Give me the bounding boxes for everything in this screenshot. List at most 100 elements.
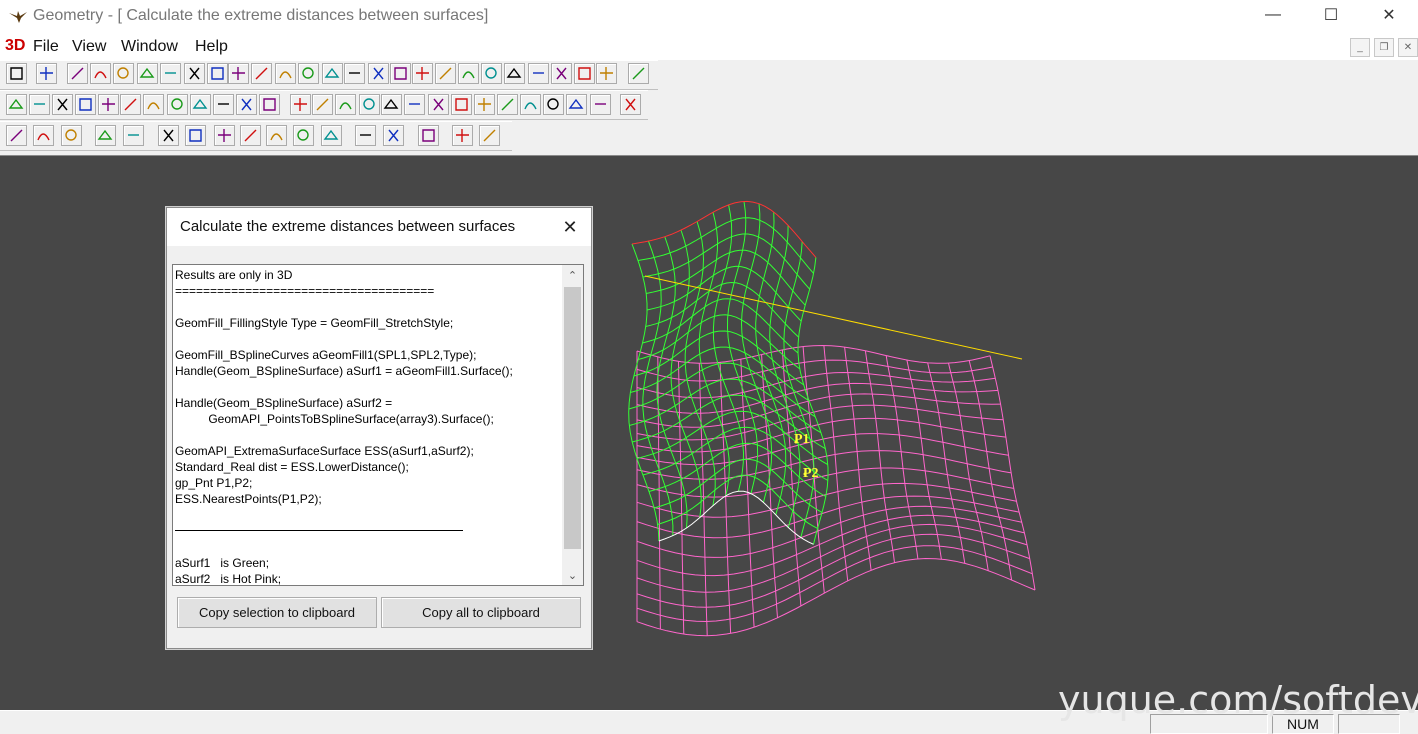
mdi-close-button[interactable]: ✕ xyxy=(1398,38,1418,57)
toolbar1-button[interactable] xyxy=(368,63,389,84)
toolbar3-button[interactable] xyxy=(321,125,342,146)
toolbar3-button[interactable] xyxy=(418,125,439,146)
dialog-close-button[interactable]: ✕ xyxy=(557,214,583,240)
toolbar1-button[interactable] xyxy=(36,63,57,84)
toolbar2-button[interactable] xyxy=(6,94,27,115)
copy-selection-button[interactable]: Copy selection to clipboard xyxy=(177,597,377,628)
tool-glyph-icon xyxy=(279,71,292,79)
mdi-restore-button[interactable]: ❐ xyxy=(1374,38,1394,57)
toolbar2-button[interactable] xyxy=(120,94,141,115)
scroll-up-arrow-icon[interactable]: ⌃ xyxy=(562,265,583,285)
toolbar1-button[interactable] xyxy=(628,63,649,84)
mdi-minimize-button[interactable]: _ xyxy=(1350,38,1370,57)
maximize-button[interactable]: ☐ xyxy=(1302,0,1360,30)
toolbar1-button[interactable] xyxy=(298,63,319,84)
results-line: Handle(Geom_BSplineSurface) aSurf2 = xyxy=(175,396,393,410)
tool-glyph-icon xyxy=(232,67,245,80)
toolbar2-button[interactable] xyxy=(167,94,188,115)
toolbar1-button[interactable] xyxy=(228,63,249,84)
toolbar1-button[interactable] xyxy=(412,63,433,84)
toolbar2-button[interactable] xyxy=(236,94,257,115)
toolbar2-button[interactable] xyxy=(190,94,211,115)
toolbar1-button[interactable] xyxy=(596,63,617,84)
toolbar1-button[interactable] xyxy=(481,63,502,84)
toolbar1-button[interactable] xyxy=(435,63,456,84)
results-line: aSurf2 is Hot Pink; xyxy=(175,572,282,586)
close-window-button[interactable]: ✕ xyxy=(1360,0,1418,30)
tool-glyph-icon xyxy=(533,72,544,74)
toolbar1-button[interactable] xyxy=(6,63,27,84)
toolbar2-button[interactable] xyxy=(590,94,611,115)
minimize-button[interactable]: — xyxy=(1244,0,1302,30)
toolbar1-button[interactable] xyxy=(458,63,479,84)
toolbar2-button[interactable] xyxy=(451,94,472,115)
toolbar1-button[interactable] xyxy=(137,63,158,84)
green-surface-line xyxy=(646,249,806,306)
menu-window[interactable]: Window xyxy=(121,38,178,56)
toolbar2-button[interactable] xyxy=(29,94,50,115)
toolbar1-button[interactable] xyxy=(504,63,525,84)
toolbar3-button[interactable] xyxy=(479,125,500,146)
toolbar2-button[interactable] xyxy=(620,94,641,115)
toolbar2-button[interactable] xyxy=(359,94,380,115)
toolbar3-button[interactable] xyxy=(33,125,54,146)
toolbar2-button[interactable] xyxy=(497,94,518,115)
toolbar2-button[interactable] xyxy=(381,94,402,115)
toolbar3-button[interactable] xyxy=(6,125,27,146)
copy-all-button[interactable]: Copy all to clipboard xyxy=(381,597,581,628)
toolbar2-button[interactable] xyxy=(98,94,119,115)
toolbar3-button[interactable] xyxy=(158,125,179,146)
tool-glyph-icon xyxy=(501,98,514,111)
toolbar2-button[interactable] xyxy=(428,94,449,115)
tool-glyph-icon xyxy=(270,133,283,141)
toolbar1-button[interactable] xyxy=(551,63,572,84)
results-textbox[interactable]: Results are only in 3D ==================… xyxy=(172,264,584,586)
toolbar2-button[interactable] xyxy=(259,94,280,115)
toolbar2-button[interactable] xyxy=(143,94,164,115)
toolbar1-button[interactable] xyxy=(390,63,411,84)
toolbar1-button[interactable] xyxy=(344,63,365,84)
toolbar2-button[interactable] xyxy=(75,94,96,115)
toolbar1-button[interactable] xyxy=(113,63,134,84)
scroll-down-arrow-icon[interactable]: ⌄ xyxy=(562,565,583,585)
scroll-thumb[interactable] xyxy=(564,287,581,549)
toolbar1-button[interactable] xyxy=(160,63,181,84)
toolbar2-button[interactable] xyxy=(335,94,356,115)
toolbar3-button[interactable] xyxy=(185,125,206,146)
pink-surface-line xyxy=(636,404,1004,441)
toolbar1-button[interactable] xyxy=(90,63,111,84)
toolbar3-button[interactable] xyxy=(452,125,473,146)
toolbar1-button[interactable] xyxy=(528,63,549,84)
toolbar1-button[interactable] xyxy=(207,63,228,84)
toolbar3-button[interactable] xyxy=(123,125,144,146)
vertical-scrollbar[interactable]: ⌃ ⌄ xyxy=(562,265,583,585)
toolbar2-button[interactable] xyxy=(566,94,587,115)
toolbar2-button[interactable] xyxy=(404,94,425,115)
toolbar2-button[interactable] xyxy=(52,94,73,115)
toolbar2-button[interactable] xyxy=(520,94,541,115)
results-line xyxy=(175,331,563,347)
menu-file[interactable]: File xyxy=(33,38,59,56)
menu-help[interactable]: Help xyxy=(195,38,228,56)
menu-view[interactable]: View xyxy=(72,38,106,56)
toolbar3-button[interactable] xyxy=(266,125,287,146)
toolbar1-button[interactable] xyxy=(275,63,296,84)
toolbar2-button[interactable] xyxy=(474,94,495,115)
toolbar3-button[interactable] xyxy=(293,125,314,146)
toolbar2-button[interactable] xyxy=(290,94,311,115)
toolbar1-button[interactable] xyxy=(67,63,88,84)
toolbar1-button[interactable] xyxy=(251,63,272,84)
toolbar1-button[interactable] xyxy=(322,63,343,84)
toolbar2-button[interactable] xyxy=(312,94,333,115)
toolbar3-button[interactable] xyxy=(240,125,261,146)
toolbar3-button[interactable] xyxy=(61,125,82,146)
toolbar2-button[interactable] xyxy=(213,94,234,115)
toolbar3-button[interactable] xyxy=(383,125,404,146)
tool-glyph-icon xyxy=(34,103,45,105)
toolbar3-button[interactable] xyxy=(214,125,235,146)
toolbar1-button[interactable] xyxy=(184,63,205,84)
toolbar3-button[interactable] xyxy=(355,125,376,146)
toolbar3-button[interactable] xyxy=(95,125,116,146)
toolbar2-button[interactable] xyxy=(543,94,564,115)
toolbar1-button[interactable] xyxy=(574,63,595,84)
